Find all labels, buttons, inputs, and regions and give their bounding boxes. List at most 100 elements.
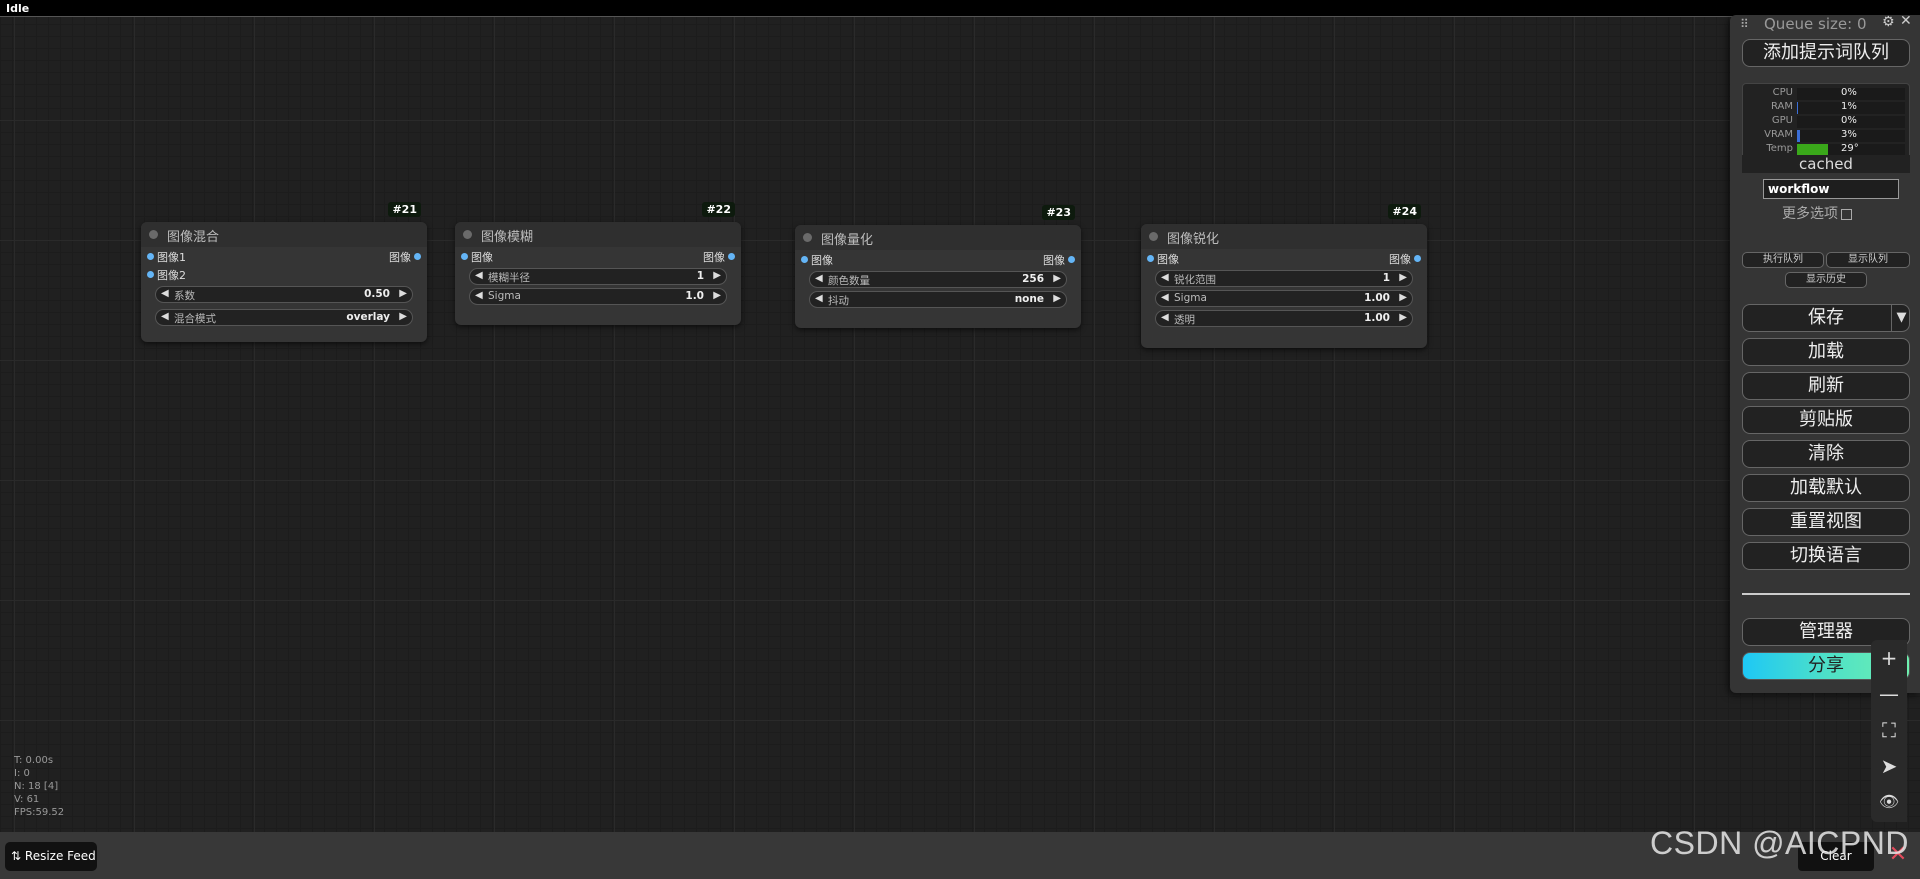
- collapse-dot-icon[interactable]: [463, 230, 472, 239]
- reset-view-button[interactable]: 重置视图: [1742, 508, 1910, 536]
- increment-icon[interactable]: ▶: [1399, 272, 1407, 283]
- widget-value[interactable]: 1.00: [1364, 312, 1390, 324]
- increment-icon[interactable]: ▶: [1053, 273, 1061, 284]
- number-widget[interactable]: ◀ 模糊半径 1 ▶: [469, 268, 727, 285]
- node-image-sharpen[interactable]: #24 图像锐化 图像 图像 ◀ 锐化范围 1 ▶ ◀ Sigma 1.00 ▶…: [1141, 204, 1427, 348]
- run-queue-button[interactable]: 执行队列: [1742, 252, 1824, 268]
- widget-label: 锐化范围: [1174, 274, 1216, 286]
- node-id: #23: [1042, 205, 1075, 220]
- eye-icon[interactable]: 👁: [1871, 784, 1907, 820]
- port-row: 图像 图像: [455, 247, 741, 265]
- widget-value[interactable]: 1: [697, 270, 704, 282]
- increment-icon[interactable]: ▶: [713, 270, 721, 281]
- stat-row-cpu: CPU 0%: [1743, 87, 1911, 101]
- input-port[interactable]: 图像: [1147, 251, 1179, 267]
- load-button[interactable]: 加载: [1742, 338, 1910, 366]
- refresh-button[interactable]: 刷新: [1742, 372, 1910, 400]
- number-widget[interactable]: ◀ Sigma 1.00 ▶: [1155, 290, 1413, 307]
- increment-icon[interactable]: ▶: [1053, 293, 1061, 304]
- resize-feed-button[interactable]: ⇅ Resize Feed: [5, 842, 97, 871]
- more-options-label: 更多选项: [1782, 206, 1838, 222]
- increment-icon[interactable]: ▶: [399, 288, 407, 299]
- load-default-button[interactable]: 加载默认: [1742, 474, 1910, 502]
- increment-icon[interactable]: ▶: [1399, 312, 1407, 323]
- increment-icon[interactable]: ▶: [399, 311, 407, 322]
- number-widget[interactable]: ◀ 颜色数量 256 ▶: [809, 271, 1067, 288]
- show-history-button[interactable]: 显示历史: [1785, 272, 1867, 288]
- output-port[interactable]: 图像: [389, 249, 421, 265]
- input-port[interactable]: 图像: [461, 249, 493, 265]
- queue-prompt-button[interactable]: 添加提示词队列: [1742, 39, 1910, 67]
- checkbox[interactable]: [1841, 208, 1852, 220]
- save-label: 保存: [1808, 307, 1844, 328]
- output-port[interactable]: 图像: [703, 249, 735, 265]
- render-time: T: 0.00s: [14, 755, 54, 766]
- decrement-icon[interactable]: ◀: [815, 273, 823, 284]
- input-port[interactable]: 图像2: [147, 267, 186, 283]
- stat-row-vram: VRAM 3%: [1743, 129, 1911, 143]
- widget-value[interactable]: overlay: [346, 311, 390, 323]
- number-widget[interactable]: ◀ 锐化范围 1 ▶: [1155, 270, 1413, 287]
- widget-value[interactable]: none: [1015, 293, 1044, 305]
- node-image-blur[interactable]: #22 图像模糊 图像 图像 ◀ 模糊半径 1 ▶ ◀ Sigma 1.0 ▶: [455, 202, 741, 325]
- port-row: 图像1 图像: [141, 247, 427, 265]
- node-title: 图像锐化: [1167, 232, 1220, 247]
- input-port[interactable]: 图像1: [147, 249, 186, 265]
- increment-icon[interactable]: ▶: [713, 290, 721, 301]
- collapse-dot-icon[interactable]: [803, 233, 812, 242]
- decrement-icon[interactable]: ◀: [1161, 312, 1169, 323]
- stat-fill: [1797, 102, 1799, 114]
- save-button[interactable]: 保存 ▼: [1742, 304, 1910, 332]
- stat-label: Temp: [1766, 143, 1793, 154]
- number-widget[interactable]: ◀ Sigma 1.0 ▶: [469, 288, 727, 305]
- decrement-icon[interactable]: ◀: [475, 290, 483, 301]
- drag-handle-icon[interactable]: ⠿: [1740, 17, 1749, 31]
- decrement-icon[interactable]: ◀: [161, 311, 169, 322]
- bottom-feed-bar: ⇅ Resize Feed Clear ✕: [0, 832, 1920, 879]
- collapse-dot-icon[interactable]: [149, 230, 158, 239]
- clear-button[interactable]: 清除: [1742, 440, 1910, 468]
- dropdown-arrow-icon[interactable]: ▼: [1891, 305, 1911, 331]
- increment-icon[interactable]: ▶: [1399, 292, 1407, 303]
- close-icon[interactable]: ✕: [1900, 13, 1912, 29]
- widget-value[interactable]: 256: [1022, 273, 1044, 285]
- stat-value: 1%: [1841, 101, 1857, 112]
- fit-view-icon[interactable]: ⛶: [1871, 712, 1907, 748]
- clipspace-button[interactable]: 剪贴版: [1742, 406, 1910, 434]
- node-header[interactable]: 图像混合: [141, 222, 427, 247]
- output-port[interactable]: 图像: [1389, 251, 1421, 267]
- widget-value[interactable]: 1.0: [685, 290, 704, 302]
- resize-feed-label: Resize Feed: [24, 849, 96, 863]
- zoom-out-icon[interactable]: —: [1871, 676, 1907, 712]
- decrement-icon[interactable]: ◀: [161, 288, 169, 299]
- show-queue-button[interactable]: 显示队列: [1826, 252, 1910, 268]
- decrement-icon[interactable]: ◀: [1161, 292, 1169, 303]
- combo-widget[interactable]: ◀ 混合模式 overlay ▶: [155, 309, 413, 326]
- decrement-icon[interactable]: ◀: [475, 270, 483, 281]
- pointer-icon[interactable]: ➤: [1871, 748, 1907, 784]
- more-options-toggle[interactable]: 更多选项: [1782, 203, 1852, 223]
- widget-value[interactable]: 0.50: [364, 288, 390, 300]
- widget-label: Sigma: [488, 290, 521, 302]
- gear-icon[interactable]: ⚙: [1882, 14, 1895, 30]
- decrement-icon[interactable]: ◀: [815, 293, 823, 304]
- side-menu: ⠿ Queue size: 0 ⚙ ✕ 添加提示词队列 CPU 0% RAM 1…: [1730, 13, 1920, 693]
- collapse-dot-icon[interactable]: [1149, 232, 1158, 241]
- node-header[interactable]: 图像锐化: [1141, 224, 1427, 249]
- node-header[interactable]: 图像模糊: [455, 222, 741, 247]
- number-widget[interactable]: ◀ 透明 1.00 ▶: [1155, 310, 1413, 327]
- combo-widget[interactable]: ◀ 抖动 none ▶: [809, 291, 1067, 308]
- node-image-quantize[interactable]: #23 图像量化 图像 图像 ◀ 颜色数量 256 ▶ ◀ 抖动 none ▶: [795, 205, 1081, 328]
- decrement-icon[interactable]: ◀: [1161, 272, 1169, 283]
- switch-language-button[interactable]: 切换语言: [1742, 542, 1910, 570]
- widget-label: 系数: [174, 290, 195, 302]
- workflow-name-input[interactable]: workflow: [1763, 179, 1899, 199]
- node-image-blend[interactable]: #21 图像混合 图像1 图像 图像2 ◀ 系数 0.50 ▶ ◀ 混合模式 o…: [141, 202, 427, 342]
- zoom-in-icon[interactable]: +: [1871, 640, 1907, 676]
- widget-value[interactable]: 1.00: [1364, 292, 1390, 304]
- output-port[interactable]: 图像: [1043, 252, 1075, 268]
- input-port[interactable]: 图像: [801, 252, 833, 268]
- node-header[interactable]: 图像量化: [795, 225, 1081, 250]
- number-widget[interactable]: ◀ 系数 0.50 ▶: [155, 286, 413, 303]
- widget-value[interactable]: 1: [1383, 272, 1390, 284]
